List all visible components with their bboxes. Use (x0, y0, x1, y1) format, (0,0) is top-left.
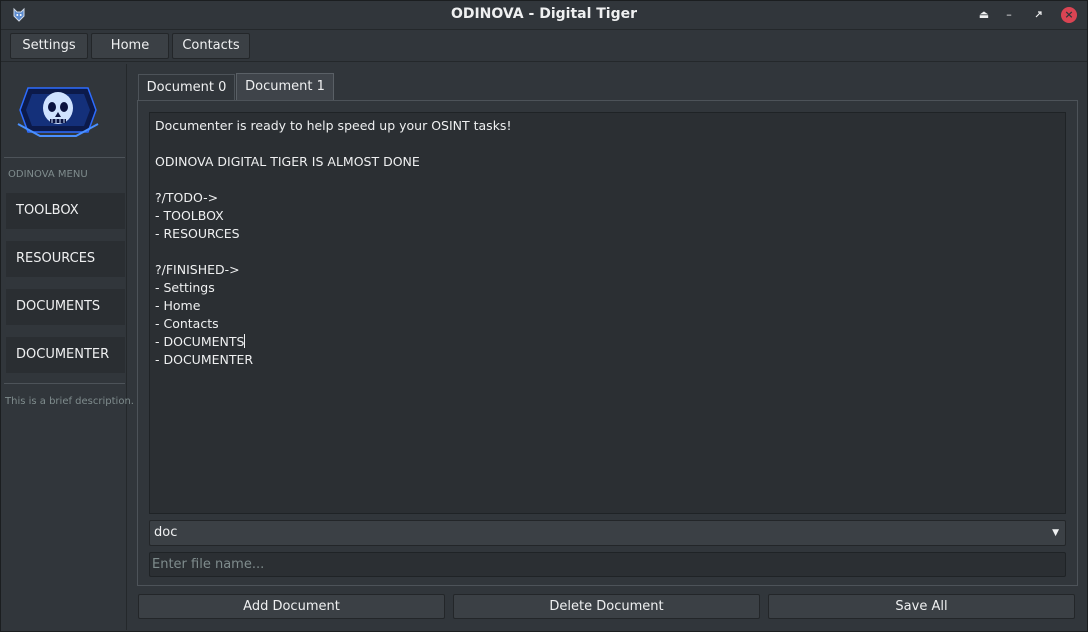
file-name-input[interactable] (149, 552, 1066, 577)
editor-line: - DOCUMENTER (155, 352, 254, 367)
editor-line: - TOOLBOX (155, 208, 224, 223)
main-panel: Document 0 Document 1 Documenter is read… (129, 64, 1086, 630)
editor-line: - Home (155, 298, 201, 313)
editor-line: ?/FINISHED-> (155, 262, 240, 277)
close-icon[interactable]: × (1061, 7, 1077, 23)
editor-line: - DOCUMENTS (155, 334, 246, 349)
text-caret (244, 334, 246, 348)
shade-icon[interactable]: ⏏ (976, 7, 992, 23)
add-document-button[interactable]: Add Document (138, 594, 445, 619)
sidebar-divider (4, 383, 125, 384)
window-title: ODINOVA - Digital Tiger (450, 6, 638, 22)
save-all-button[interactable]: Save All (768, 594, 1075, 619)
odinova-skull-logo (16, 80, 100, 138)
sidebar-item-documents[interactable]: DOCUMENTS (6, 289, 125, 325)
sidebar-menu-title: ODINOVA MENU (8, 169, 88, 180)
editor-line: ODINOVA DIGITAL TIGER IS ALMOST DONE (155, 154, 420, 169)
tab-document-0[interactable]: Document 0 (138, 74, 235, 100)
tab-document-1[interactable]: Document 1 (236, 73, 334, 101)
sidebar-item-resources[interactable]: RESOURCES (6, 241, 125, 277)
editor-line: - RESOURCES (155, 226, 240, 241)
minimize-icon[interactable]: – (1001, 7, 1017, 23)
format-select[interactable]: doc ▼ (149, 520, 1066, 546)
contacts-button[interactable]: Contacts (172, 33, 250, 59)
home-button[interactable]: Home (91, 33, 169, 59)
chevron-down-icon: ▼ (1052, 528, 1059, 538)
sidebar-divider (4, 157, 125, 158)
format-select-value: doc (154, 525, 178, 540)
editor-line: Documenter is ready to help speed up you… (155, 118, 512, 133)
app-window: ODINOVA - Digital Tiger ⏏ – × Settings H… (0, 0, 1088, 632)
editor-line: ?/TODO-> (155, 190, 219, 205)
title-bar[interactable]: ODINOVA - Digital Tiger ⏏ – × (1, 1, 1087, 30)
editor-line: - Settings (155, 280, 215, 295)
document-text-editor[interactable]: Documenter is ready to help speed up you… (149, 112, 1066, 514)
sidebar-item-toolbox[interactable]: TOOLBOX (6, 193, 125, 229)
document-tab-pane: Documenter is ready to help speed up you… (137, 100, 1078, 586)
top-toolbar: Settings Home Contacts (1, 30, 1087, 62)
sidebar-item-documenter[interactable]: DOCUMENTER (6, 337, 125, 373)
settings-button[interactable]: Settings (10, 33, 88, 59)
editor-line: - Contacts (155, 316, 219, 331)
sidebar: ODINOVA MENU TOOLBOX RESOURCES DOCUMENTS… (4, 64, 134, 630)
restore-icon[interactable] (1031, 7, 1047, 23)
sidebar-description: This is a brief description. (5, 396, 134, 407)
delete-document-button[interactable]: Delete Document (453, 594, 760, 619)
